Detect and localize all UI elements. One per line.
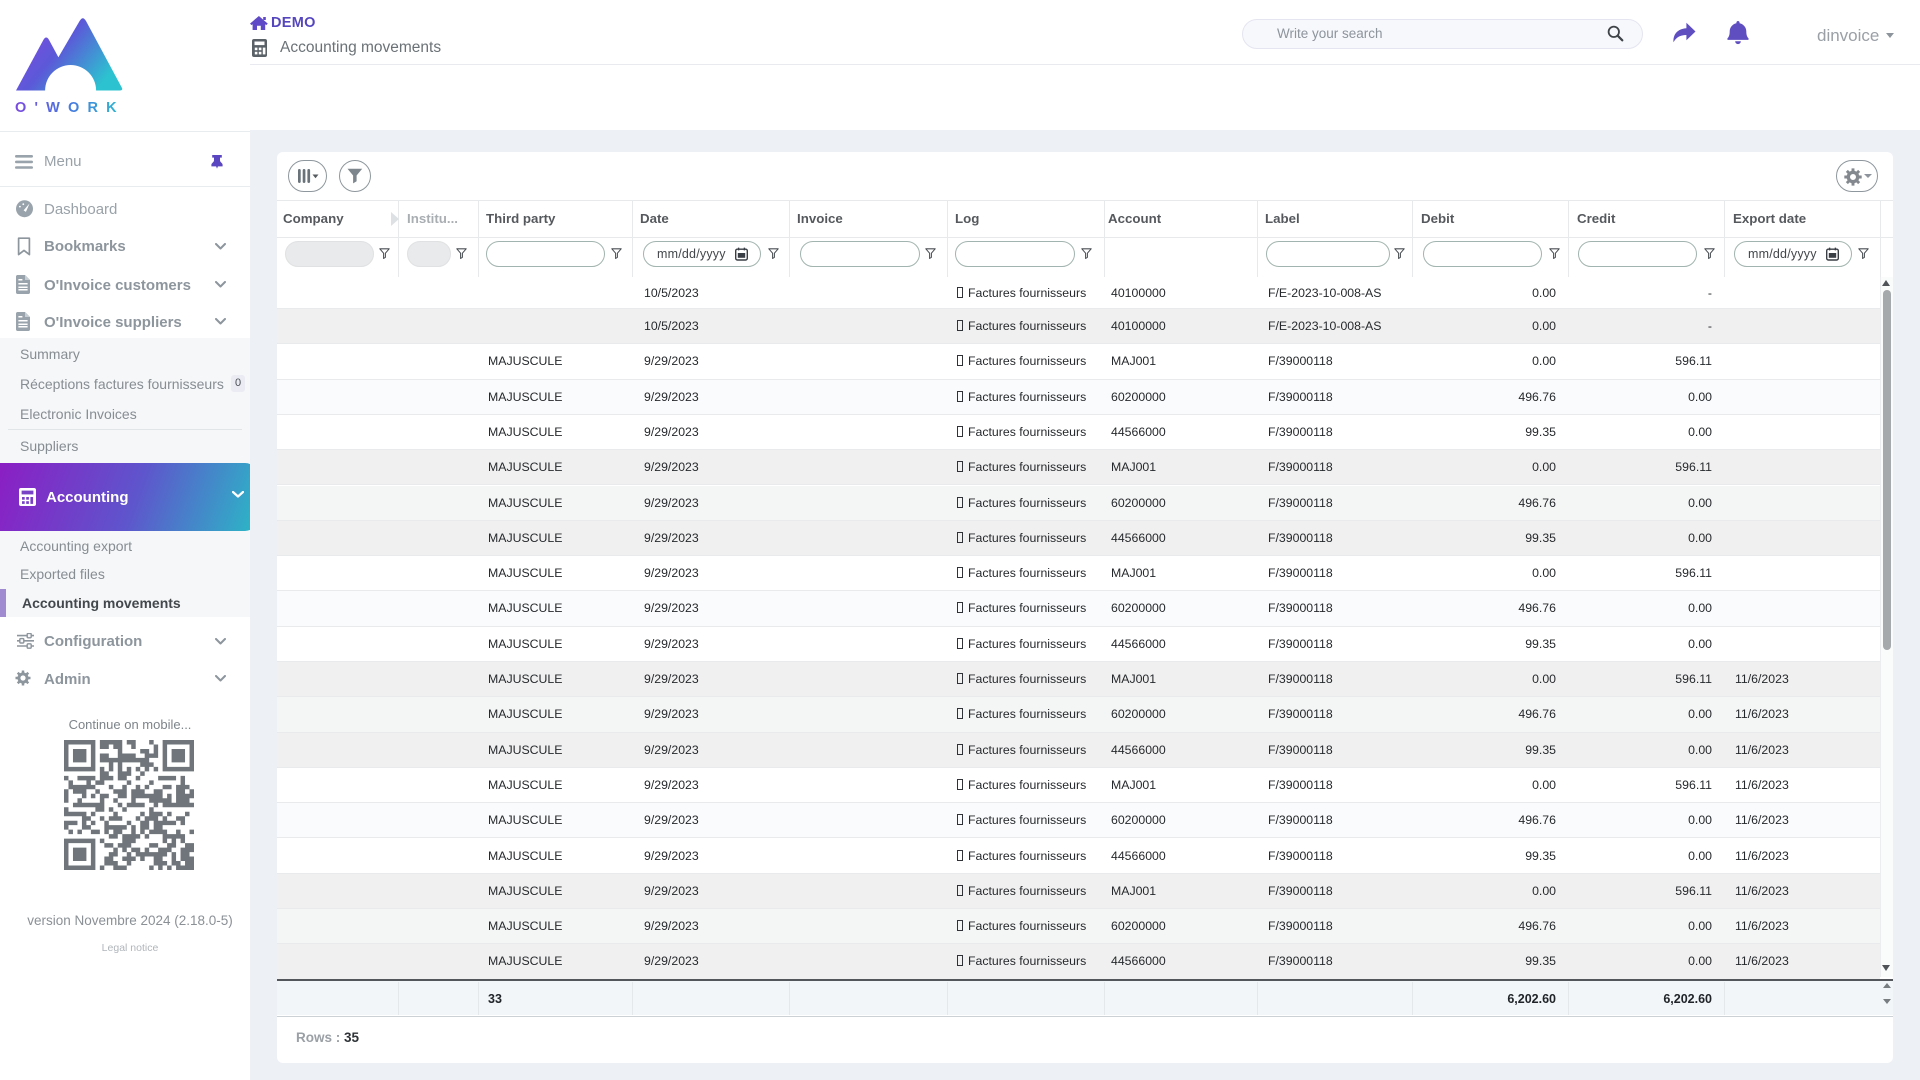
svg-text:O'WORK: O'WORK — [15, 100, 125, 116]
